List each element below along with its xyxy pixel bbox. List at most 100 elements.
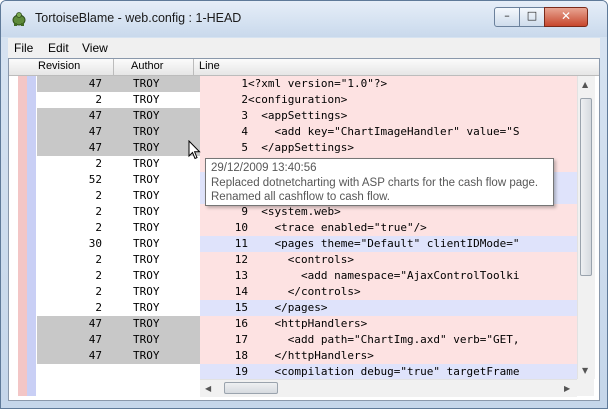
revision-row[interactable]: 2 TROY <box>37 188 200 204</box>
author-name: TROY <box>133 125 160 138</box>
author-name: TROY <box>133 157 160 170</box>
revision-number: 2 <box>95 205 102 218</box>
line-number: 9 <box>241 205 248 218</box>
menu-view[interactable]: View <box>82 41 108 55</box>
column-revision[interactable]: Revision <box>38 60 80 72</box>
revision-lane-pink <box>18 76 27 396</box>
revision-number: 2 <box>95 253 102 266</box>
column-line[interactable]: Line <box>199 60 220 72</box>
author-name: TROY <box>133 269 160 282</box>
maximize-button[interactable]: □ <box>519 7 545 27</box>
code-line[interactable]: 11 <pages theme="Default" clientIDMode=" <box>200 236 577 252</box>
code-line[interactable]: 19 <compilation debug="true" targetFrame <box>200 364 577 379</box>
code-line[interactable]: 2 <configuration> <box>200 92 577 108</box>
code-line[interactable]: 1 <?xml version="1.0"?> <box>200 76 577 92</box>
code-text: <add path="ChartImg.axd" verb="GET, <box>248 333 520 346</box>
code-line[interactable]: 17 <add path="ChartImg.axd" verb="GET, <box>200 332 577 348</box>
code-line[interactable]: 4 <add key="ChartImageHandler" value="S <box>200 124 577 140</box>
revision-number: 52 <box>88 173 102 186</box>
code-line[interactable]: 13 <add namespace="AjaxControlToolki <box>200 268 577 284</box>
tooltip-date: 29/12/2009 13:40:56 <box>211 162 317 174</box>
code-text: <pages theme="Default" clientIDMode=" <box>248 237 520 250</box>
revision-number: 47 <box>88 317 102 330</box>
code-line[interactable]: 3 <appSettings> <box>200 108 577 124</box>
horizontal-scrollbar[interactable]: ◀ ▶ <box>200 379 577 397</box>
line-number: 1 <box>241 77 248 90</box>
line-number: 16 <box>234 317 248 330</box>
column-header: Revision Author Line <box>9 59 599 76</box>
code-text: </httpHandlers> <box>248 349 374 362</box>
scroll-left-icon[interactable]: ◀ <box>205 384 211 393</box>
scroll-up-icon[interactable]: ▲ <box>582 80 588 89</box>
line-number: 11 <box>234 237 248 250</box>
revision-row[interactable]: 30 TROY <box>37 236 200 252</box>
menu-file[interactable]: File <box>14 41 33 55</box>
scroll-right-icon[interactable]: ▶ <box>564 384 570 393</box>
revision-row[interactable]: 2 TROY <box>37 268 200 284</box>
code-line[interactable]: 15 </pages> <box>200 300 577 316</box>
vertical-scroll-thumb[interactable] <box>580 98 592 276</box>
line-number: 17 <box>234 333 248 346</box>
revision-row[interactable]: 47 TROY <box>37 108 200 124</box>
revision-number: 2 <box>95 301 102 314</box>
author-name: TROY <box>133 173 160 186</box>
close-button[interactable]: ✕ <box>544 7 588 27</box>
revision-number: 2 <box>95 269 102 282</box>
revision-row[interactable]: 47 TROY <box>37 140 200 156</box>
code-line[interactable]: 9 <system.web> <box>200 204 577 220</box>
code-line[interactable]: 12 <controls> <box>200 252 577 268</box>
code-line[interactable]: 5 </appSettings> <box>200 140 577 156</box>
menu-bar: File Edit View <box>8 38 600 58</box>
vertical-scrollbar[interactable]: ▲ ▼ <box>577 76 595 379</box>
tooltip-message: Renamed all cashflow to cash flow. <box>211 191 390 203</box>
revision-row[interactable]: 52 TROY <box>37 172 200 188</box>
minimize-button[interactable]: – <box>494 7 520 27</box>
scroll-down-icon[interactable]: ▼ <box>582 366 588 375</box>
menu-edit[interactable]: Edit <box>48 41 69 55</box>
author-name: TROY <box>133 237 160 250</box>
maximize-icon: □ <box>526 9 538 22</box>
code-view[interactable]: 1 <?xml version="1.0"?> 2 <configuration> 3 … <box>200 76 577 379</box>
code-line[interactable]: 16 <httpHandlers> <box>200 316 577 332</box>
line-number: 14 <box>234 285 248 298</box>
revision-tooltip: 29/12/2009 13:40:56 Replaced dotnetchart… <box>205 158 554 206</box>
author-name: TROY <box>133 205 160 218</box>
revision-row[interactable]: 47 TROY <box>37 348 200 364</box>
revision-row[interactable]: 47 TROY <box>37 316 200 332</box>
column-divider[interactable] <box>193 59 194 75</box>
line-number: 12 <box>234 253 248 266</box>
horizontal-scroll-thumb[interactable] <box>224 382 278 394</box>
tooltip-message: Replaced dotnetcharting with ASP charts … <box>211 177 539 189</box>
revision-row[interactable]: 2 TROY <box>37 204 200 220</box>
revision-row[interactable]: 2 TROY <box>37 300 200 316</box>
title-bar[interactable]: TortoiseBlame - web.config : 1-HEAD – □ … <box>1 1 607 37</box>
column-divider[interactable] <box>113 59 114 75</box>
revision-row[interactable]: 2 TROY <box>37 284 200 300</box>
code-line[interactable]: 18 </httpHandlers> <box>200 348 577 364</box>
line-number: 3 <box>241 109 248 122</box>
column-author[interactable]: Author <box>131 60 163 72</box>
revision-row[interactable]: 47 TROY <box>37 332 200 348</box>
tortoiseblame-window: TortoiseBlame - web.config : 1-HEAD – □ … <box>0 0 608 409</box>
author-name: TROY <box>133 93 160 106</box>
revision-row[interactable]: 2 TROY <box>37 92 200 108</box>
code-line[interactable]: 14 </controls> <box>200 284 577 300</box>
author-name: TROY <box>133 317 160 330</box>
code-line[interactable]: 10 <trace enabled="true"/> <box>200 220 577 236</box>
author-name: TROY <box>133 189 160 202</box>
code-text: <controls> <box>248 253 354 266</box>
revision-row[interactable]: 2 TROY <box>37 156 200 172</box>
code-text: <?xml version="1.0"?> <box>248 77 388 90</box>
code-text: <add key="ChartImageHandler" value="S <box>248 125 520 138</box>
line-number: 15 <box>234 301 248 314</box>
revision-row[interactable]: 47 TROY <box>37 124 200 140</box>
close-icon: ✕ <box>560 9 572 23</box>
revision-row[interactable]: 2 TROY <box>37 220 200 236</box>
revision-number: 47 <box>88 109 102 122</box>
revision-lane-blue <box>27 76 36 396</box>
author-name: TROY <box>133 349 160 362</box>
revision-number: 47 <box>88 77 102 90</box>
revision-row[interactable]: 2 TROY <box>37 252 200 268</box>
revision-number: 2 <box>95 189 102 202</box>
revision-row[interactable]: 47 TROY <box>37 76 200 92</box>
